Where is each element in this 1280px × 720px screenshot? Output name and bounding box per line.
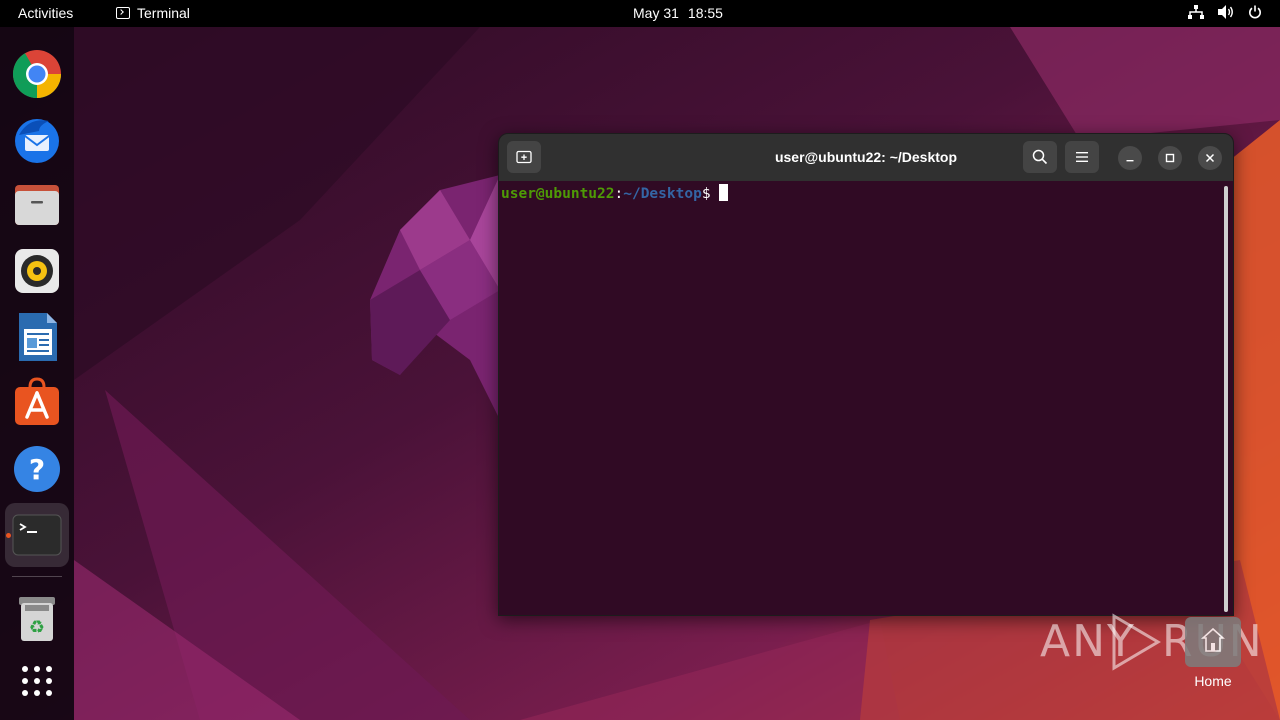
- menu-button[interactable]: [1065, 141, 1099, 173]
- terminal-scrollbar[interactable]: [1224, 186, 1228, 612]
- dock: ? ♻: [0, 27, 74, 720]
- software-icon[interactable]: [9, 375, 65, 431]
- app-menu[interactable]: Terminal: [116, 5, 190, 21]
- close-button[interactable]: [1198, 146, 1222, 170]
- volume-icon[interactable]: [1218, 5, 1234, 19]
- svg-text:?: ?: [29, 453, 45, 486]
- writer-icon[interactable]: [9, 309, 65, 365]
- activities-button[interactable]: Activities: [18, 5, 73, 21]
- power-icon[interactable]: [1248, 5, 1262, 19]
- minimize-button[interactable]: [1118, 146, 1142, 170]
- prompt-symbol: $: [701, 186, 711, 202]
- top-bar: Activities Terminal May 31 18:55: [0, 0, 1280, 27]
- search-icon: [1032, 149, 1048, 165]
- text-cursor: [718, 184, 728, 201]
- hamburger-icon: [1076, 152, 1088, 162]
- files-icon[interactable]: [9, 177, 65, 233]
- terminal-app-icon: [116, 7, 130, 19]
- home-folder-icon: [1185, 617, 1241, 667]
- maximize-icon: [1165, 153, 1175, 163]
- network-icon[interactable]: [1188, 5, 1204, 19]
- rhythmbox-icon[interactable]: [9, 243, 65, 299]
- prompt-path: ~/Desktop: [623, 186, 702, 202]
- terminal-icon[interactable]: [5, 503, 69, 567]
- thunderbird-icon[interactable]: [9, 111, 65, 167]
- app-menu-label: Terminal: [137, 5, 190, 21]
- clock[interactable]: May 31 18:55: [633, 5, 723, 21]
- svg-text:♻: ♻: [29, 617, 45, 638]
- terminal-content[interactable]: user@ubuntu22:~/Desktop$: [499, 181, 1233, 615]
- prompt-colon: :: [614, 186, 624, 202]
- app-grid-icon[interactable]: [9, 653, 65, 709]
- play-logo-icon: [1112, 613, 1161, 671]
- search-button[interactable]: [1023, 141, 1057, 173]
- trash-icon[interactable]: ♻: [9, 591, 65, 647]
- clock-time: 18:55: [687, 5, 723, 21]
- system-tray[interactable]: [1188, 5, 1262, 19]
- close-icon: [1205, 153, 1215, 163]
- clock-date: May 31: [633, 5, 679, 21]
- home-desktop-icon[interactable]: Home: [1180, 617, 1246, 689]
- prompt-user: user@ubuntu22: [501, 186, 615, 202]
- minimize-icon: [1126, 160, 1134, 162]
- chrome-icon[interactable]: [9, 46, 65, 102]
- help-icon[interactable]: ?: [9, 441, 65, 497]
- terminal-headerbar[interactable]: user@ubuntu22: ~/Desktop: [499, 134, 1233, 181]
- terminal-window[interactable]: user@ubuntu22: ~/Desktop user@ubuntu22:~…: [498, 133, 1234, 616]
- maximize-button[interactable]: [1158, 146, 1182, 170]
- running-indicator: [6, 533, 11, 538]
- home-label: Home: [1194, 673, 1232, 689]
- dock-separator: [12, 576, 62, 577]
